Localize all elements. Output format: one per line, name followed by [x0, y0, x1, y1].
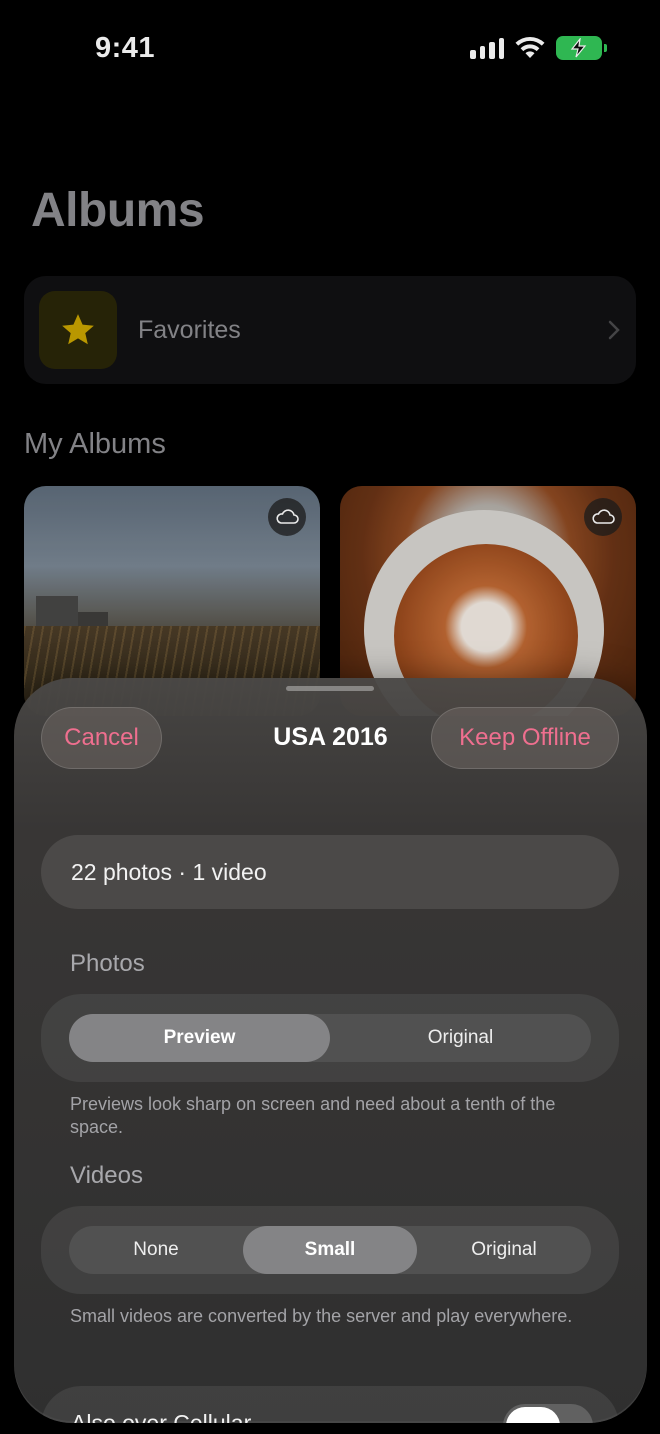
videos-option-none[interactable]: None: [69, 1226, 243, 1274]
videos-label: Videos: [70, 1162, 143, 1189]
photos-option-preview[interactable]: Preview: [69, 1014, 330, 1062]
videos-option-original[interactable]: Original: [417, 1226, 591, 1274]
videos-segmented-control: None Small Original: [69, 1226, 591, 1274]
cellular-row: Also over Cellular: [41, 1386, 619, 1423]
toggle-knob: [506, 1407, 560, 1423]
videos-option-small[interactable]: Small: [243, 1226, 417, 1274]
album-summary: 22 photos · 1 video: [41, 835, 619, 909]
keep-offline-sheet: Cancel USA 2016 Keep Offline 22 photos ·…: [14, 678, 647, 1423]
album-summary-text: 22 photos · 1 video: [71, 858, 267, 885]
sheet-grabber[interactable]: [286, 686, 374, 691]
photos-label: Photos: [70, 950, 145, 977]
photos-quality-group: Preview Original: [41, 994, 619, 1082]
cellular-label: Also over Cellular: [71, 1410, 252, 1423]
videos-footnote: Small videos are converted by the server…: [70, 1306, 573, 1326]
photos-option-original[interactable]: Original: [330, 1014, 591, 1062]
videos-quality-group: None Small Original: [41, 1206, 619, 1294]
photos-segmented-control: Preview Original: [69, 1014, 591, 1062]
photos-footnote: Previews look sharp on screen and need a…: [70, 1094, 556, 1137]
keep-offline-button[interactable]: Keep Offline: [431, 707, 619, 769]
cellular-toggle[interactable]: [503, 1404, 593, 1423]
